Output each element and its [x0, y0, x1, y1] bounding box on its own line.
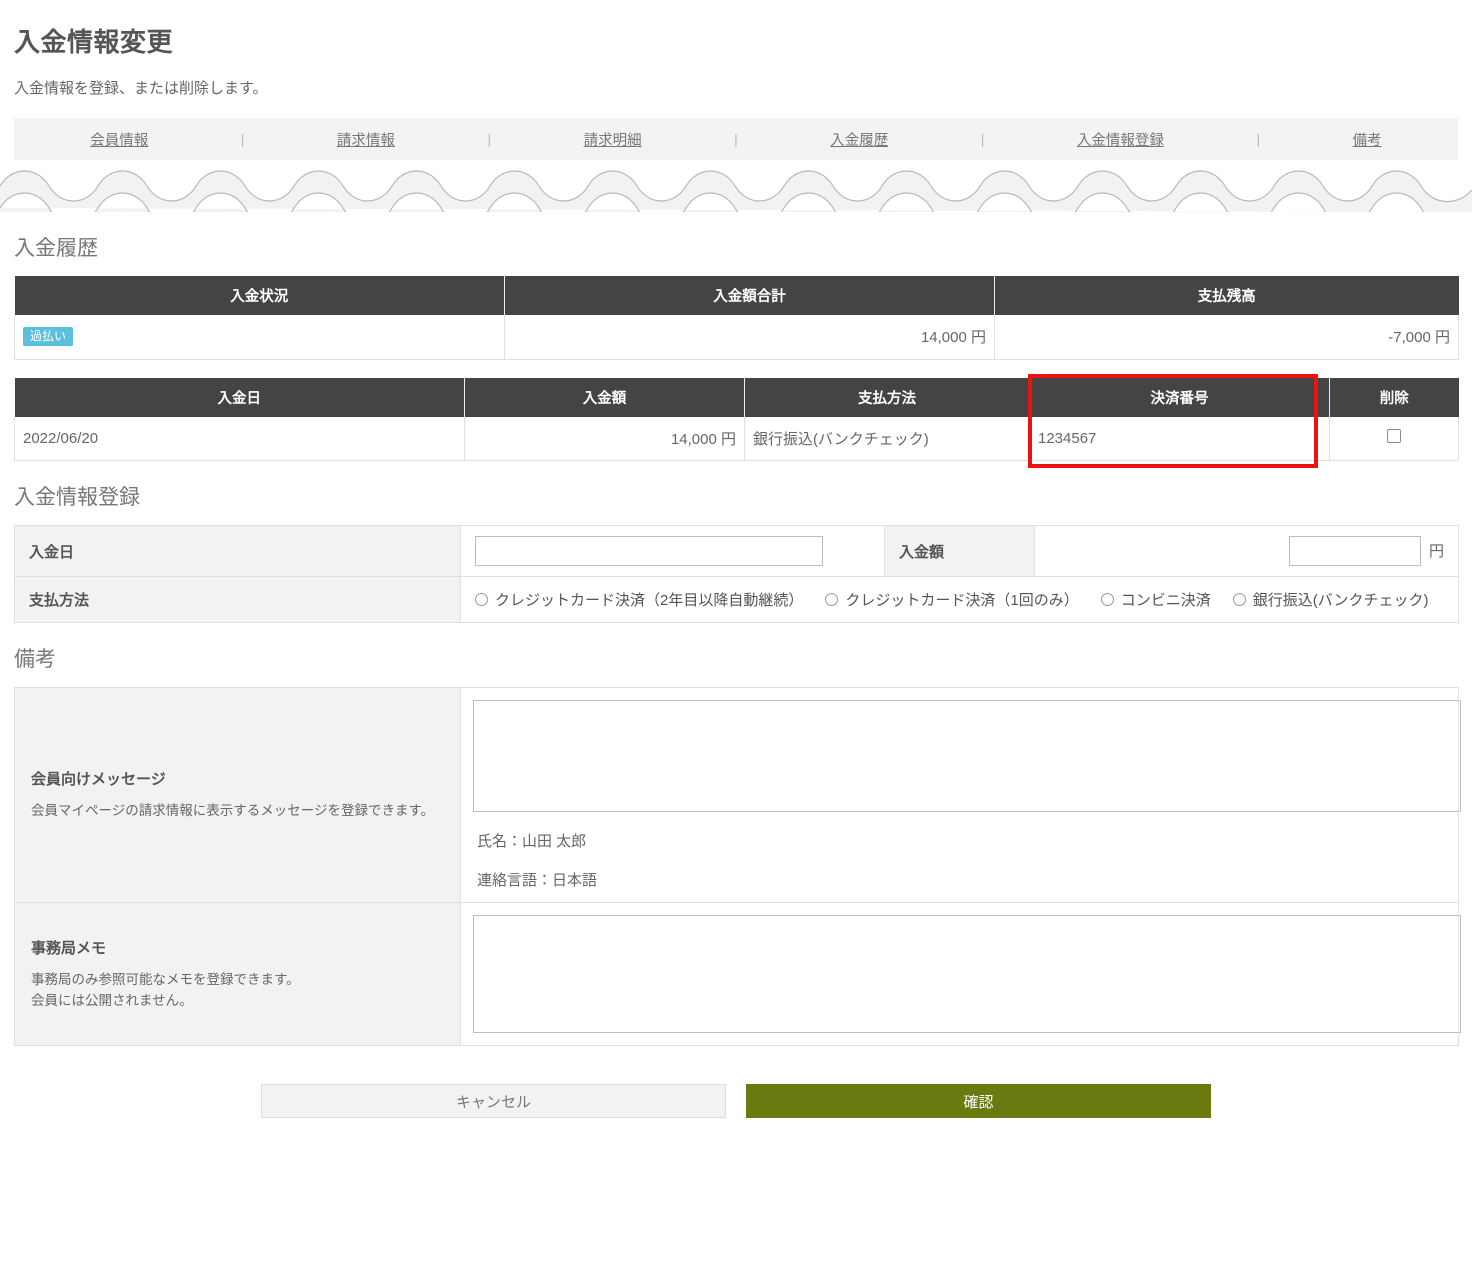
radio-icon — [475, 593, 488, 606]
label-member-message: 会員向けメッセージ 会員マイページの請求情報に表示するメッセージを登録できます。 — [14, 687, 461, 903]
page-title: 入金情報変更 — [14, 27, 174, 57]
label-payment-amount: 入金額 — [884, 525, 1035, 577]
cell-total-paid: 14,000 円 — [504, 315, 995, 360]
office-memo-title: 事務局メモ — [31, 939, 107, 957]
field-member-message: 氏名：山田 太郎 連絡言語：日本語 — [460, 687, 1461, 903]
nav-link-member-info[interactable]: 会員情報 — [90, 129, 148, 150]
col-header-delete: 削除 — [1329, 377, 1459, 417]
cell-payment-method: 銀行振込(バンクチェック) — [744, 416, 1030, 461]
nav-separator: | — [240, 131, 245, 147]
nav-separator: | — [734, 131, 738, 147]
payment-detail-wrap: 入金日 入金額 支払方法 決済番号 削除 2022/06/20 14,000 円… — [14, 373, 1459, 468]
col-header-payment-number: 決済番号 — [1029, 377, 1330, 417]
cell-payment-status: 過払い — [14, 315, 505, 360]
radio-icon — [1100, 593, 1114, 606]
confirm-button[interactable]: 確認 — [746, 1084, 1211, 1118]
cell-payment-date: 2022/06/20 — [14, 416, 465, 461]
payment-amount-input[interactable] — [1288, 536, 1421, 566]
payment-date-input[interactable] — [475, 536, 823, 566]
payment-history-heading: 入金履歴 — [14, 237, 98, 260]
radio-icon — [1232, 593, 1246, 606]
label-payment-method: 支払方法 — [14, 576, 461, 623]
delete-checkbox[interactable] — [1387, 429, 1401, 444]
label-office-memo: 事務局メモ 事務局のみ参照可能なメモを登録できます。 会員には公開されません。 — [14, 902, 461, 1046]
col-header-total-paid: 入金額合計 — [504, 276, 995, 315]
radio-label: クレジットカード決済（2年目以降自動継続） — [495, 592, 804, 609]
footer-button-row: キャンセル 確認 — [14, 1084, 1458, 1118]
radio-option-credit-auto[interactable]: クレジットカード決済（2年目以降自動継続） — [475, 589, 803, 610]
radio-option-convenience-store[interactable]: コンビニ決済 — [1100, 589, 1211, 610]
radio-option-credit-once[interactable]: クレジットカード決済（1回のみ） — [825, 589, 1079, 610]
section-nav: 会員情報 | 請求情報 | 請求明細 | 入金履歴 | 入金情報登録 | 備考 — [14, 118, 1458, 160]
col-header-payment-date: 入金日 — [14, 377, 465, 417]
remarks-table: 会員向けメッセージ 会員マイページの請求情報に表示するメッセージを登録できます。… — [14, 687, 1461, 1046]
wave-divider — [0, 164, 1472, 212]
col-header-payment-method: 支払方法 — [744, 377, 1030, 417]
payment-method-radio-group: クレジットカード決済（2年目以降自動継続） クレジットカード決済（1回のみ） コ… — [475, 589, 1444, 610]
field-payment-amount: 円 — [1034, 525, 1459, 577]
payment-detail-table: 入金日 入金額 支払方法 決済番号 削除 2022/06/20 14,000 円… — [14, 377, 1459, 461]
member-message-textarea[interactable] — [473, 700, 1461, 812]
radio-label: コンビニ決済 — [1120, 592, 1211, 609]
registration-heading: 入金情報登録 — [14, 486, 140, 509]
payment-summary-table: 入金状況 入金額合計 支払残高 過払い 14,000 円 -7,000 円 — [14, 276, 1459, 360]
member-language-line: 連絡言語：日本語 — [477, 872, 598, 889]
nav-link-payment-history[interactable]: 入金履歴 — [830, 129, 888, 150]
table-header-row: 入金状況 入金額合計 支払残高 — [14, 276, 1459, 315]
label-payment-date: 入金日 — [14, 525, 461, 577]
nav-link-payment-registration[interactable]: 入金情報登録 — [1077, 129, 1164, 150]
nav-separator: | — [487, 131, 492, 147]
office-memo-note-1: 事務局のみ参照可能なメモを登録できます。 — [31, 971, 300, 987]
wave-divider-graphic — [0, 170, 1472, 212]
table-header-row: 入金日 入金額 支払方法 決済番号 削除 — [14, 377, 1459, 417]
remarks-heading: 備考 — [14, 648, 56, 671]
remarks-row-member-message: 会員向けメッセージ 会員マイページの請求情報に表示するメッセージを登録できます。… — [14, 687, 1461, 903]
cell-balance: -7,000 円 — [994, 315, 1459, 360]
table-gap — [14, 360, 1458, 378]
office-memo-note-2: 会員には公開されません。 — [31, 992, 193, 1008]
radio-label: クレジットカード決済（1回のみ） — [845, 592, 1079, 609]
office-memo-textarea[interactable] — [473, 915, 1461, 1033]
col-header-payment-status: 入金状況 — [14, 276, 505, 315]
nav-separator: | — [980, 131, 985, 147]
col-header-payment-amount: 入金額 — [464, 377, 745, 417]
nav-link-billing-info[interactable]: 請求情報 — [337, 129, 395, 150]
amount-unit-label: 円 — [1428, 542, 1444, 560]
form-row-method: 支払方法 クレジットカード決済（2年目以降自動継続） クレジットカード決済（1回… — [14, 576, 1459, 623]
cancel-button[interactable]: キャンセル — [261, 1084, 726, 1118]
field-payment-date — [460, 525, 885, 577]
nav-link-remarks[interactable]: 備考 — [1353, 129, 1382, 150]
status-badge: 過払い — [23, 327, 74, 347]
form-row-date-amount: 入金日 入金額 円 — [14, 525, 1459, 577]
radio-icon — [825, 593, 839, 606]
cell-payment-amount: 14,000 円 — [464, 416, 745, 461]
nav-separator: | — [1256, 131, 1261, 147]
radio-label: 銀行振込(バンクチェック) — [1252, 592, 1429, 609]
radio-option-bank-transfer[interactable]: 銀行振込(バンクチェック) — [1232, 589, 1429, 610]
cell-delete — [1329, 416, 1459, 461]
nav-link-billing-detail[interactable]: 請求明細 — [584, 129, 642, 150]
remarks-row-office-memo: 事務局メモ 事務局のみ参照可能なメモを登録できます。 会員には公開されません。 — [14, 902, 1461, 1046]
page-root: 入金情報変更 入金情報を登録、または削除します。 会員情報 | 請求情報 | 請… — [0, 22, 1472, 1118]
registration-form-table: 入金日 入金額 円 支払方法 クレジットカード決済（2年目以降自動継続） クレジ… — [14, 525, 1459, 623]
field-office-memo — [460, 902, 1461, 1046]
member-name-line: 氏名：山田 太郎 — [477, 833, 587, 850]
table-row: 2022/06/20 14,000 円 銀行振込(バンクチェック) 123456… — [14, 416, 1459, 461]
member-message-title: 会員向けメッセージ — [31, 771, 166, 789]
cell-payment-number: 1234567 — [1029, 416, 1330, 461]
field-payment-method: クレジットカード決済（2年目以降自動継続） クレジットカード決済（1回のみ） コ… — [460, 576, 1459, 623]
table-row: 過払い 14,000 円 -7,000 円 — [14, 315, 1459, 360]
page-description: 入金情報を登録、または削除します。 — [14, 80, 268, 97]
member-message-note: 会員マイページの請求情報に表示するメッセージを登録できます。 — [31, 803, 435, 819]
col-header-balance: 支払残高 — [994, 276, 1459, 315]
